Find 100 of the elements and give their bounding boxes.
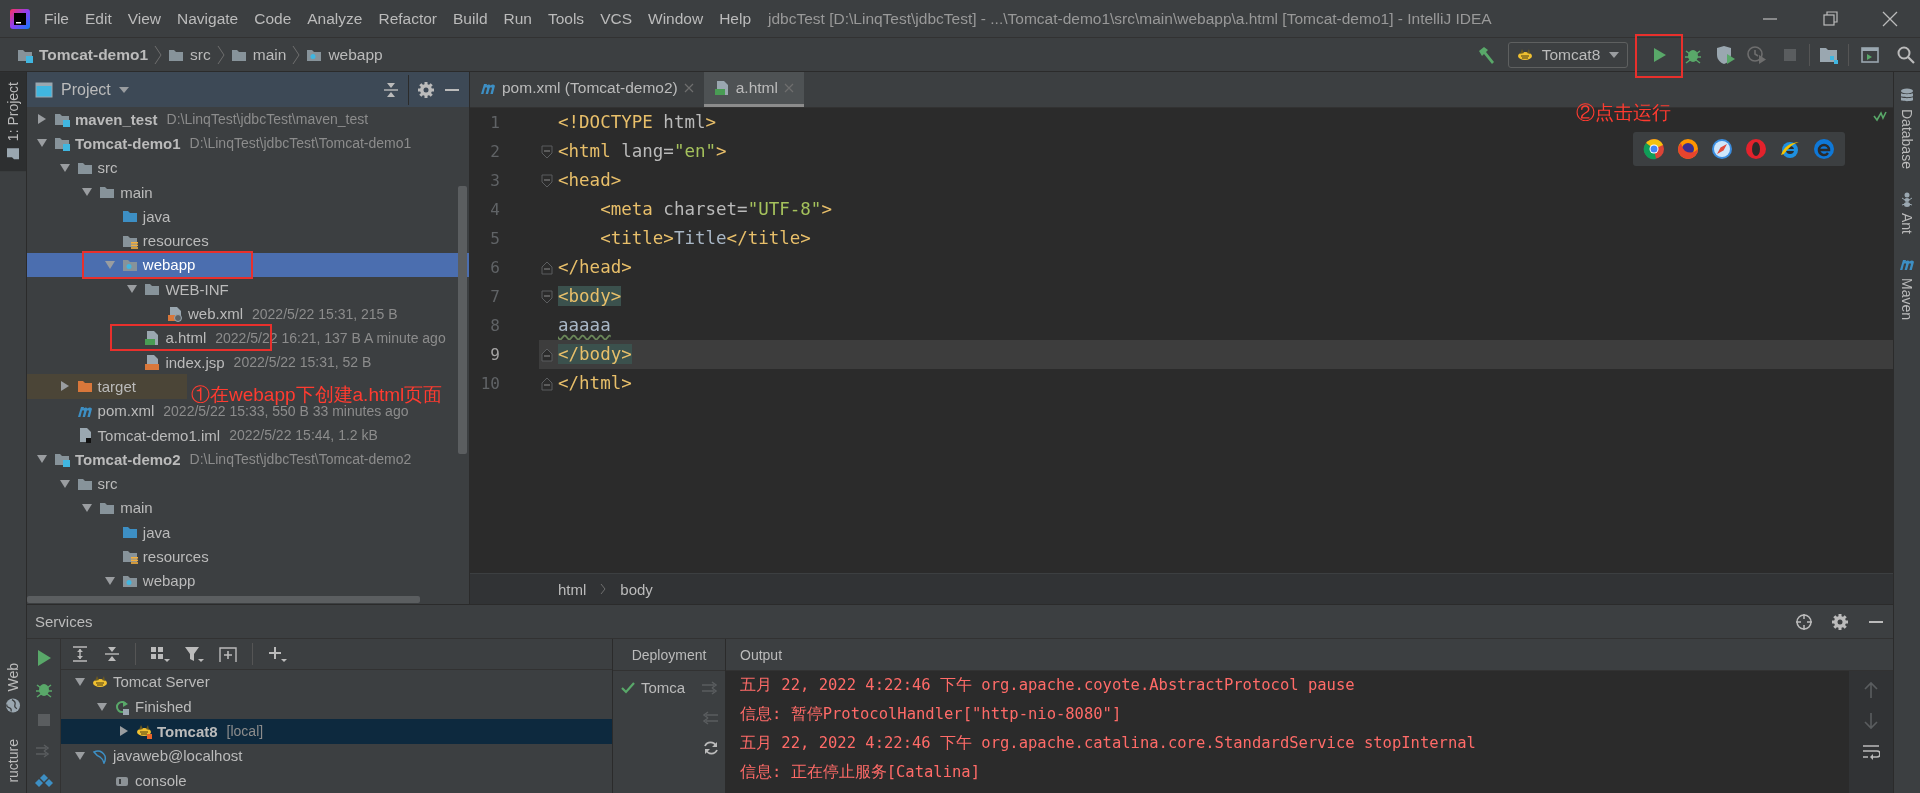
tree-item[interactable]: Tomcat-demo1 D:\LinqTest\jdbcTest\Tomcat-demo1 xyxy=(27,131,469,156)
tool-window-tab[interactable]: Database xyxy=(1894,78,1920,178)
collapse-arrow-icon[interactable] xyxy=(127,284,138,295)
tool-window-tab[interactable]: Ant xyxy=(1894,181,1920,243)
tree-item[interactable]: WEB-INF xyxy=(27,277,469,302)
run-configuration-dropdown[interactable]: Tomcat8 xyxy=(1508,41,1628,68)
breadcrumb-item[interactable]: src xyxy=(168,45,211,64)
collapse-arrow-icon[interactable] xyxy=(104,575,115,586)
settings-icon[interactable] xyxy=(417,80,435,99)
profile-icon[interactable] xyxy=(1746,44,1768,65)
app-logo-icon[interactable] xyxy=(10,8,30,29)
expand-arrow-icon[interactable] xyxy=(37,114,47,125)
tree-item[interactable]: resources xyxy=(27,228,469,253)
tree-item[interactable]: javaweb@localhost xyxy=(61,743,612,769)
xml-file-icon xyxy=(167,305,183,322)
menu-item[interactable]: Tools xyxy=(539,9,593,28)
expand-arrow-icon[interactable] xyxy=(59,381,70,392)
tree-item[interactable]: index.jsp 2022/5/22 15:31, 52 B xyxy=(27,349,469,375)
terminal-icon[interactable] xyxy=(1860,44,1880,65)
collapse-arrow-icon[interactable] xyxy=(82,502,93,513)
refresh-icon[interactable] xyxy=(701,739,721,757)
deployment-item[interactable]: Tomca xyxy=(641,679,686,696)
tree-item[interactable]: main xyxy=(27,179,469,205)
menu-item[interactable]: Build xyxy=(445,9,496,28)
collapse-all-icon[interactable] xyxy=(103,644,121,663)
tree-item[interactable]: main xyxy=(27,495,469,521)
collapse-arrow-icon[interactable] xyxy=(75,750,85,761)
browser-icon[interactable] xyxy=(1677,138,1699,160)
crosshair-icon[interactable] xyxy=(1795,612,1813,631)
scrollbar[interactable] xyxy=(27,596,420,603)
menu-item[interactable]: View xyxy=(119,9,170,28)
group-icon[interactable] xyxy=(150,644,170,663)
tree-item[interactable]: web.xml 2022/5/22 15:31, 215 B xyxy=(27,301,469,326)
tool-window-tab[interactable]: Maven xyxy=(1894,246,1920,320)
breadcrumb-item[interactable]: webapp xyxy=(306,45,383,64)
fold-marker-icon[interactable] xyxy=(541,144,553,159)
menu-item[interactable]: Refactor xyxy=(370,9,446,28)
menu-item[interactable]: File xyxy=(36,9,77,28)
hammer-icon[interactable] xyxy=(1476,44,1496,65)
breadcrumb-item[interactable]: html xyxy=(558,580,587,598)
tree-item[interactable]: Tomcat-demo2 D:\LinqTest\jdbcTest\Tomcat-demo2 xyxy=(27,447,469,472)
tree-item[interactable]: Finished xyxy=(61,694,612,719)
close-icon[interactable] xyxy=(1881,9,1899,28)
collapse-arrow-icon[interactable] xyxy=(37,138,47,149)
menu-item[interactable]: Window xyxy=(640,9,712,28)
tree-item[interactable]: Tomcat8 [local] xyxy=(61,718,612,744)
tool-window-tab[interactable]: Web xyxy=(0,652,26,724)
breadcrumb-item[interactable]: main xyxy=(230,45,287,64)
fold-marker-icon[interactable] xyxy=(541,260,553,275)
tool-window-tab[interactable]: ructure xyxy=(0,739,26,793)
tree-item[interactable]: webapp xyxy=(27,252,469,278)
tree-item[interactable]: src xyxy=(27,471,469,496)
menu-item[interactable]: Run xyxy=(495,9,540,28)
panel-title-dropdown[interactable]: Project xyxy=(61,80,129,99)
menu-item[interactable]: VCS xyxy=(592,9,640,28)
tree-item[interactable]: src xyxy=(27,155,469,180)
collapse-arrow-icon[interactable] xyxy=(59,162,70,173)
soft-wrap-icon[interactable] xyxy=(1862,743,1880,761)
collapse-all-icon[interactable] xyxy=(382,80,400,99)
tree-item[interactable]: maven_test D:\LinqTest\jdbcTest\maven_test xyxy=(27,107,469,132)
collapse-arrow-icon[interactable] xyxy=(82,187,93,198)
tree-item[interactable]: console xyxy=(61,768,612,793)
menu-item[interactable]: Analyze xyxy=(299,9,371,28)
menu-item[interactable]: Edit xyxy=(77,9,120,28)
fold-marker-icon[interactable] xyxy=(541,376,553,391)
collapse-arrow-icon[interactable] xyxy=(37,454,47,465)
breadcrumb-item[interactable]: Tomcat-demo1 xyxy=(17,45,149,64)
search-icon[interactable] xyxy=(1896,44,1916,65)
expand-arrow-icon[interactable] xyxy=(119,726,129,737)
restore-icon[interactable] xyxy=(1821,9,1839,28)
coverage-icon[interactable] xyxy=(1715,44,1737,65)
editor-tab[interactable]: a.html xyxy=(703,72,804,107)
add-icon[interactable] xyxy=(267,644,287,663)
menu-item[interactable]: Help xyxy=(711,9,760,28)
tree-item[interactable]: resources xyxy=(27,544,469,569)
caret-icon xyxy=(118,85,129,94)
collapse-arrow-icon[interactable] xyxy=(59,478,70,489)
fold-marker-icon[interactable] xyxy=(541,173,553,188)
tree-item[interactable]: java xyxy=(27,204,469,229)
tool-window-tab[interactable]: 1: Project xyxy=(0,72,26,172)
collapse-arrow-icon[interactable] xyxy=(97,701,107,712)
new-tab-icon[interactable] xyxy=(218,644,238,663)
browser-icon[interactable] xyxy=(1711,138,1733,160)
tree-item[interactable]: java xyxy=(27,520,469,545)
menu-item[interactable]: Navigate xyxy=(169,9,247,28)
fold-marker-icon[interactable] xyxy=(541,347,553,362)
tree-item[interactable]: webapp xyxy=(27,568,469,593)
tree-item[interactable]: Tomcat-demo1.iml 2022/5/22 15:44, 1.2 kB xyxy=(27,422,469,448)
fold-marker-icon[interactable] xyxy=(541,289,553,304)
browser-icon[interactable] xyxy=(1643,138,1665,160)
filter-icon[interactable] xyxy=(184,644,204,663)
editor-tab[interactable]: pom.xml (Tomcat-demo2) xyxy=(470,72,704,107)
settings-icon[interactable] xyxy=(1831,612,1849,631)
tree-item[interactable]: target xyxy=(27,374,187,399)
menu-item[interactable]: Code xyxy=(246,9,300,28)
scrollbar[interactable] xyxy=(458,186,467,454)
breadcrumb-item[interactable]: body xyxy=(620,580,653,598)
collapse-arrow-icon[interactable] xyxy=(75,676,85,687)
tree-item[interactable]: Tomcat Server xyxy=(61,669,612,695)
expand-all-icon[interactable] xyxy=(71,644,89,663)
